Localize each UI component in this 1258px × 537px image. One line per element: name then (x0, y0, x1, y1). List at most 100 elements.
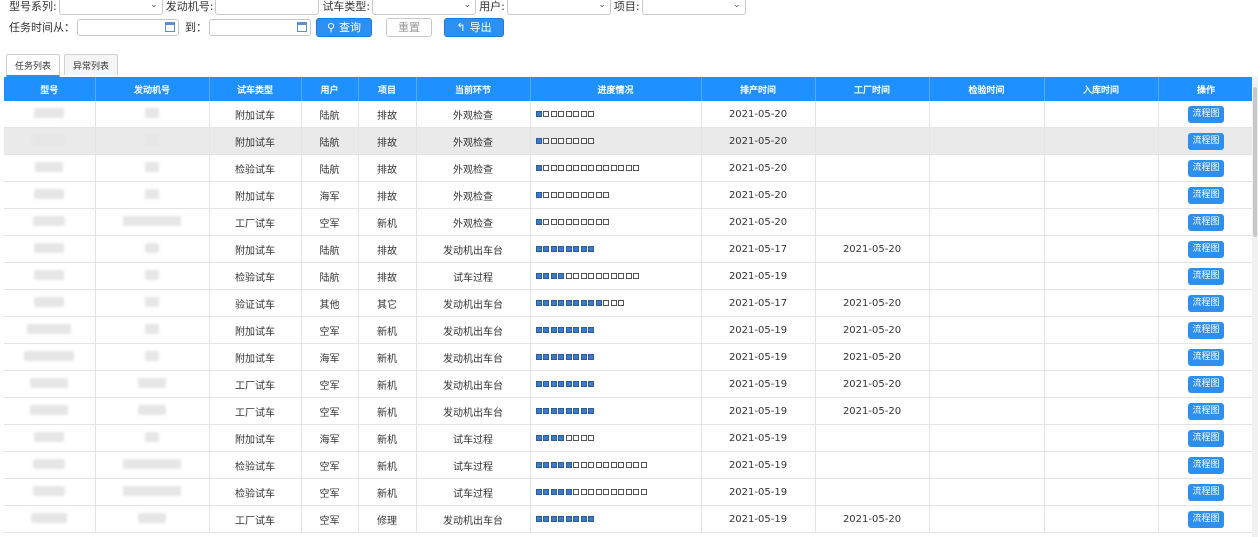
redacted-value (33, 215, 66, 226)
cell-engine-no (95, 235, 210, 263)
progress-step-pending (610, 273, 617, 279)
table-row[interactable]: 附加试车 海军 新机 试车过程 2021-05-19 流程图 (4, 424, 1255, 452)
table-row[interactable]: 检验试车 陆航 排故 外观检查 2021-05-20 流程图 (4, 154, 1255, 182)
flowchart-button[interactable]: 流程图 (1188, 105, 1224, 123)
table-row[interactable]: 检验试车 空军 新机 试车过程 2021-05-19 流程图 (4, 478, 1255, 506)
sched-time-value: 2021-05-19 (728, 351, 788, 363)
vertical-scrollbar[interactable] (1252, 77, 1258, 537)
table-row[interactable]: 检验试车 陆航 排故 试车过程 2021-05-19 流程图 (4, 262, 1255, 290)
project-select[interactable]: ⌄ (641, 0, 746, 15)
reset-button[interactable]: 重置 (386, 17, 432, 37)
col-header-factory-time[interactable]: 工厂时间 (815, 77, 930, 101)
table-row[interactable]: 附加试车 陆航 排故 外观检查 2021-05-20 流程图 (4, 127, 1255, 155)
cell-user: 陆航 (301, 154, 359, 182)
project-value: 新机 (377, 380, 397, 392)
calendar-icon[interactable] (165, 21, 175, 32)
progress-step-done (550, 273, 557, 279)
col-header-test-type[interactable]: 试车类型 (209, 77, 302, 101)
tab-task-list[interactable]: 任务列表 (6, 54, 61, 77)
progress-step-pending (640, 462, 647, 468)
table-row[interactable]: 附加试车 海军 新机 发动机出车台 2021-05-19 2021-05-20 流程图 (4, 343, 1255, 371)
cell-sched-time: 2021-05-19 (701, 478, 816, 506)
progress-step-pending (603, 462, 609, 468)
user-select[interactable]: ⌄ (506, 0, 611, 15)
cell-stage: 发动机出车台 (416, 370, 531, 398)
export-button[interactable]: ↰ 导出 (444, 17, 504, 37)
cell-test-type: 工厂试车 (209, 370, 302, 398)
flowchart-button[interactable]: 流程图 (1188, 375, 1224, 393)
time-to-date[interactable] (209, 18, 311, 36)
col-header-store-time[interactable]: 入库时间 (1044, 77, 1159, 101)
cell-progress (530, 154, 702, 182)
flowchart-button[interactable]: 流程图 (1188, 456, 1224, 474)
stage-value: 外观检查 (453, 164, 493, 176)
user-value: 空军 (319, 488, 340, 500)
table-row[interactable]: 检验试车 空军 新机 试车过程 2021-05-19 流程图 (4, 451, 1255, 479)
engine-no-input[interactable] (215, 0, 320, 15)
table-row[interactable]: 工厂试车 空军 修理 发动机出车台 2021-05-19 2021-05-20 流程图 (4, 505, 1255, 533)
scrollbar-thumb[interactable] (1253, 87, 1257, 237)
cell-test-type: 验证试车 (209, 289, 302, 317)
cell-action: 流程图 (1158, 505, 1255, 533)
table-row[interactable]: 工厂试车 空军 新机 发动机出车台 2021-05-19 2021-05-20 流程图 (4, 370, 1255, 398)
test-type-select[interactable]: ⌄ (372, 0, 477, 15)
flowchart-button[interactable]: 流程图 (1188, 483, 1224, 501)
flowchart-button[interactable]: 流程图 (1188, 132, 1224, 150)
progress-step-done (558, 273, 564, 279)
table-row[interactable]: 附加试车 陆航 排故 发动机出车台 2021-05-17 2021-05-20 流程图 (4, 235, 1255, 263)
flowchart-button[interactable]: 流程图 (1188, 267, 1224, 285)
flowchart-button[interactable]: 流程图 (1188, 159, 1224, 177)
cell-action: 流程图 (1158, 101, 1255, 128)
col-header-user[interactable]: 用户 (301, 77, 359, 101)
cell-factory-time (815, 262, 930, 290)
col-header-action[interactable]: 操作 (1158, 77, 1255, 101)
progress-step-done (550, 354, 557, 360)
user-value: 海军 (319, 434, 340, 446)
flowchart-button[interactable]: 流程图 (1188, 510, 1224, 528)
chevron-down-icon: ⌄ (598, 0, 606, 10)
col-header-progress[interactable]: 进度情况 (530, 77, 702, 101)
tab-exception-list[interactable]: 异常列表 (64, 54, 119, 75)
table-row[interactable]: 验证试车 其他 其它 发动机出车台 2021-05-17 2021-05-20 流程图 (4, 289, 1255, 317)
flowchart-button[interactable]: 流程图 (1188, 429, 1224, 447)
col-header-project[interactable]: 项目 (358, 77, 417, 101)
table-row[interactable]: 工厂试车 空军 新机 外观检查 2021-05-20 流程图 (4, 208, 1255, 236)
progress-step-done (543, 381, 549, 387)
progress-step-pending (565, 273, 572, 279)
test-type-value: 附加试车 (235, 353, 275, 365)
table-row[interactable]: 工厂试车 空军 新机 发动机出车台 2021-05-19 2021-05-20 流程图 (4, 397, 1255, 425)
flowchart-button[interactable]: 流程图 (1188, 402, 1224, 420)
cell-store-time (1044, 451, 1159, 479)
model-series-select[interactable]: ⌄ (58, 0, 163, 15)
calendar-icon[interactable] (297, 21, 307, 32)
redacted-value (33, 485, 66, 496)
time-from-date[interactable] (77, 18, 179, 36)
search-button[interactable]: ⚲ 查询 (316, 17, 372, 37)
table-row[interactable]: 附加试车 海军 排故 外观检查 2021-05-20 流程图 (4, 181, 1255, 209)
cell-project: 新机 (358, 424, 417, 452)
col-header-inspect-time[interactable]: 检验时间 (929, 77, 1045, 101)
project-value: 排故 (377, 245, 397, 257)
progress-step-done (550, 408, 557, 414)
flowchart-button[interactable]: 流程图 (1188, 186, 1224, 204)
flowchart-button[interactable]: 流程图 (1188, 348, 1224, 366)
flowchart-button[interactable]: 流程图 (1188, 321, 1224, 339)
progress-indicator (531, 111, 701, 117)
stage-value: 发动机出车台 (443, 353, 503, 365)
user-value: 其他 (319, 299, 340, 311)
flowchart-button[interactable]: 流程图 (1188, 240, 1224, 258)
col-header-model[interactable]: 型号 (4, 77, 96, 101)
progress-step-done (588, 381, 594, 387)
col-header-sched-time[interactable]: 排产时间 (701, 77, 816, 101)
cell-engine-no (95, 154, 210, 182)
col-header-engine-no[interactable]: 发动机号 (95, 77, 210, 101)
col-header-stage[interactable]: 当前环节 (416, 77, 531, 101)
table-row[interactable]: 附加试车 陆航 排故 外观检查 2021-05-20 流程图 (4, 101, 1255, 128)
redacted-value (123, 458, 181, 469)
cell-test-type: 工厂试车 (209, 505, 302, 533)
cell-action: 流程图 (1158, 424, 1255, 452)
flowchart-button[interactable]: 流程图 (1188, 294, 1224, 312)
table-row[interactable]: 附加试车 空军 新机 发动机出车台 2021-05-19 2021-05-20 流程图 (4, 316, 1255, 344)
test-type-value: 附加试车 (235, 110, 275, 122)
flowchart-button[interactable]: 流程图 (1188, 213, 1224, 231)
